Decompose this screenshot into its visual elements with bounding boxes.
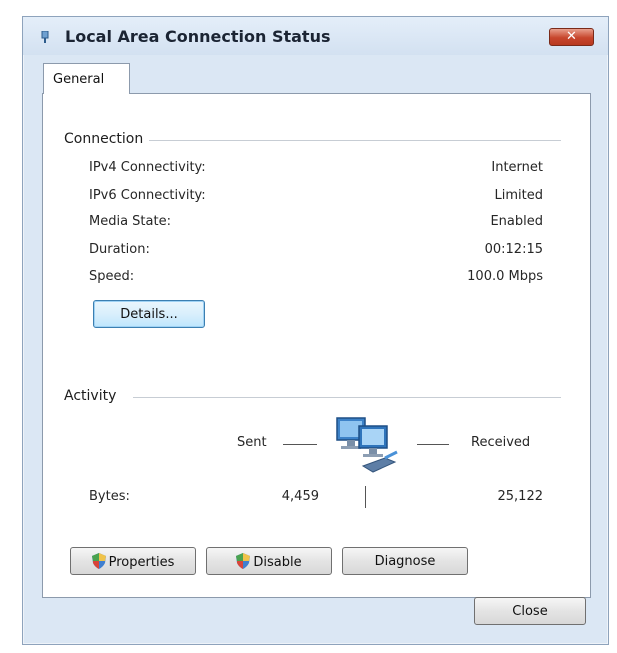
bytes-received-value: 25,122 (497, 489, 544, 504)
diagnose-button[interactable]: Diagnose (342, 547, 468, 575)
ipv6-connectivity-label: IPv6 Connectivity: (89, 188, 206, 203)
activity-separator (365, 486, 366, 508)
disable-label: Disable (253, 554, 302, 570)
speed-value: 100.0 Mbps (467, 269, 543, 284)
duration-label: Duration: (89, 242, 150, 257)
close-button[interactable]: Close (474, 597, 586, 625)
uac-shield-icon (236, 552, 251, 569)
title-bar[interactable]: Local Area Connection Status ✕ (23, 17, 608, 55)
ipv4-connectivity-label: IPv4 Connectivity: (89, 160, 206, 175)
connection-divider (143, 140, 561, 141)
activity-divider (133, 397, 561, 398)
properties-label: Properties (108, 554, 175, 570)
disable-button[interactable]: Disable (206, 547, 332, 575)
network-adapter-icon (41, 31, 49, 43)
duration-value: 00:12:15 (484, 242, 543, 257)
network-computers-icon (336, 417, 398, 473)
ipv6-connectivity-value: Limited (494, 188, 543, 203)
window-title: Local Area Connection Status (65, 27, 331, 46)
speed-label: Speed: (89, 269, 135, 284)
received-label: Received (471, 435, 531, 450)
sent-connector-line (283, 444, 317, 445)
bytes-label: Bytes: (89, 489, 130, 504)
close-window-button[interactable]: ✕ (549, 28, 594, 46)
general-tab-panel: Connection IPv4 Connectivity: Internet I… (42, 93, 591, 598)
bytes-sent-value: 4,459 (281, 489, 319, 504)
activity-group-label: Activity (64, 388, 123, 404)
media-state-value: Enabled (490, 214, 543, 229)
media-state-label: Media State: (89, 214, 171, 229)
connection-group-label: Connection (64, 131, 150, 147)
properties-button[interactable]: Properties (70, 547, 196, 575)
details-button[interactable]: Details... (93, 300, 205, 328)
ipv4-connectivity-value: Internet (491, 160, 543, 175)
received-connector-line (417, 444, 449, 445)
sent-label: Sent (237, 435, 267, 450)
tab-general[interactable]: General (43, 63, 130, 94)
uac-shield-icon (91, 552, 106, 569)
status-dialog: Local Area Connection Status ✕ General C… (22, 16, 609, 645)
